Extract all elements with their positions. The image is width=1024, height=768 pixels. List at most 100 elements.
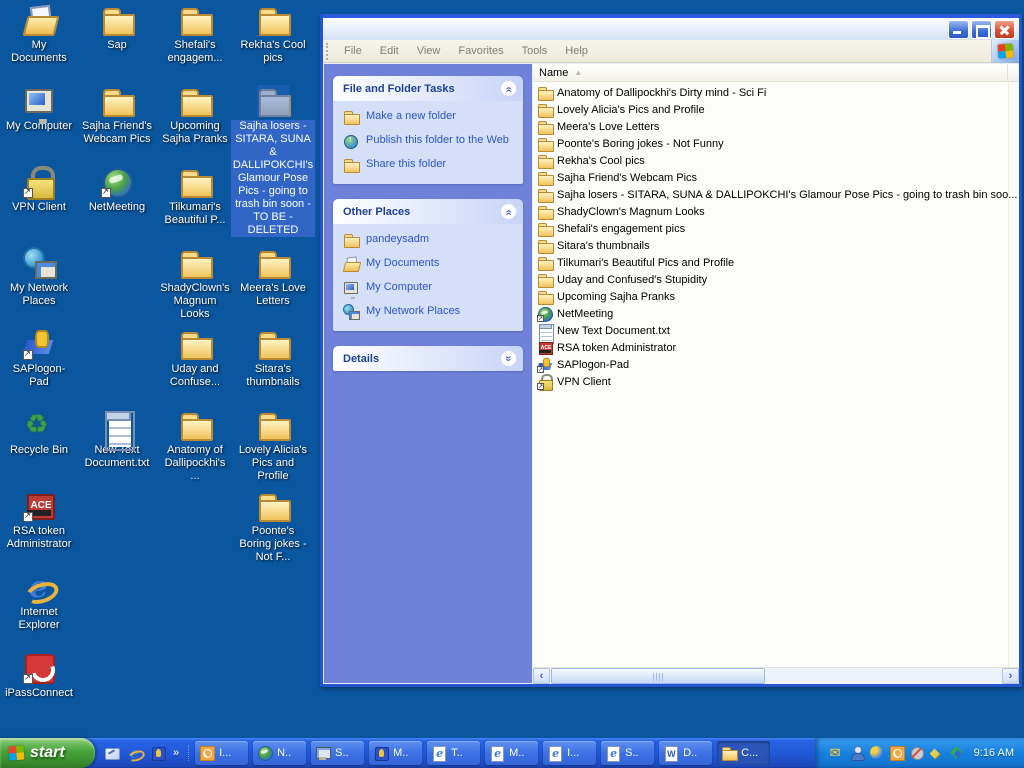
place-link[interactable]: pandeysadm bbox=[343, 233, 517, 248]
file-row[interactable]: SAPlogon-Pad bbox=[533, 356, 1019, 373]
section-header[interactable]: Other Places « bbox=[333, 199, 523, 224]
desktop-icon[interactable]: Shefali's engagem... bbox=[158, 4, 232, 65]
start-button[interactable]: start bbox=[0, 738, 95, 768]
taskbar-window-button[interactable]: I... bbox=[195, 741, 248, 765]
place-link[interactable]: My Network Places bbox=[343, 305, 517, 320]
file-row[interactable]: Meera's Love Letters bbox=[533, 118, 1019, 135]
taskbar-window-button[interactable]: S.. bbox=[601, 741, 654, 765]
scroll-right-arrow[interactable]: › bbox=[1002, 668, 1019, 684]
file-row[interactable]: New Text Document.txt bbox=[533, 322, 1019, 339]
menu-item[interactable]: File bbox=[335, 43, 371, 59]
taskbar-window-button[interactable]: N.. bbox=[253, 741, 306, 765]
file-row[interactable]: Lovely Alicia's Pics and Profile bbox=[533, 101, 1019, 118]
desktop-icon[interactable]: Tilkumari's Beautiful P... bbox=[158, 166, 232, 227]
tray-icon[interactable] bbox=[869, 745, 885, 761]
folder-icon bbox=[179, 247, 211, 279]
section-header[interactable]: Details « bbox=[333, 346, 523, 371]
file-row[interactable]: Sajha losers - SITARA, SUNA & DALLIPOKCH… bbox=[533, 186, 1019, 203]
desktop-icon[interactable]: My Network Places bbox=[2, 247, 76, 308]
desktop-icon[interactable]: Uday and Confuse... bbox=[158, 328, 232, 389]
menu-bar: File Edit View Favorites Tools Help bbox=[323, 40, 1019, 63]
desktop-icon[interactable]: Lovely Alicia's Pics and Profile bbox=[236, 409, 310, 483]
column-gridline bbox=[1008, 82, 1009, 667]
maximize-button[interactable] bbox=[971, 20, 992, 39]
file-row[interactable]: Anatomy of Dallipockhi's Dirty mind - Sc… bbox=[533, 84, 1019, 101]
taskbar-window-button[interactable]: T.. bbox=[427, 741, 480, 765]
tray-icon[interactable] bbox=[829, 745, 845, 761]
horizontal-scrollbar[interactable]: ‹ › bbox=[533, 667, 1019, 684]
desktop-icon[interactable]: Upcoming Sajha Pranks bbox=[158, 85, 232, 146]
menu-item[interactable]: View bbox=[408, 43, 450, 59]
tray-icon[interactable] bbox=[929, 745, 945, 761]
taskbar-window-button[interactable]: I... bbox=[543, 741, 596, 765]
tray-icon[interactable] bbox=[909, 745, 925, 761]
desktop-icon[interactable]: New Text Document.txt bbox=[80, 409, 154, 470]
desktop-icon[interactable]: ShadyClown's Magnum Looks bbox=[158, 247, 232, 321]
file-row[interactable]: Rekha's Cool pics bbox=[533, 152, 1019, 169]
section-header[interactable]: File and Folder Tasks « bbox=[333, 76, 523, 101]
file-row[interactable]: Shefali's engagement pics bbox=[533, 220, 1019, 237]
desktop-icon[interactable]: My Documents bbox=[2, 4, 76, 65]
chevron-up-icon[interactable]: « bbox=[500, 203, 517, 220]
column-header-name[interactable]: Name ▲ bbox=[533, 64, 1008, 81]
taskbar-button-label: I... bbox=[567, 747, 579, 759]
taskbar-window-button[interactable]: C... bbox=[717, 741, 770, 765]
taskbar-clock[interactable]: 9:16 AM bbox=[974, 747, 1014, 759]
toolbar-grip[interactable] bbox=[326, 43, 333, 60]
taskbar-window-button[interactable]: S.. bbox=[311, 741, 364, 765]
quick-launch-icon[interactable] bbox=[150, 745, 166, 761]
desktop-icon[interactable]: Anatomy of Dallipockhi's ... bbox=[158, 409, 232, 483]
file-row[interactable]: Uday and Confused's Stupidity bbox=[533, 271, 1019, 288]
file-row[interactable]: RSA token Administrator bbox=[533, 339, 1019, 356]
task-link[interactable]: Share this folder bbox=[343, 158, 517, 173]
taskbar-window-button[interactable]: D.. bbox=[659, 741, 712, 765]
window-titlebar[interactable] bbox=[323, 14, 1019, 40]
quick-launch-icon[interactable] bbox=[104, 745, 120, 761]
tray-icon[interactable] bbox=[889, 745, 905, 761]
taskbar-window-button[interactable]: M.. bbox=[485, 741, 538, 765]
desktop-icon[interactable]: VPN Client bbox=[2, 166, 76, 214]
chevron-down-icon[interactable]: « bbox=[500, 350, 517, 367]
desktop-icon[interactable]: Sap bbox=[80, 4, 154, 52]
quick-launch-icon[interactable] bbox=[127, 745, 143, 761]
menu-item[interactable]: Help bbox=[556, 43, 597, 59]
menu-item[interactable]: Favorites bbox=[449, 43, 512, 59]
file-row[interactable]: ShadyClown's Magnum Looks bbox=[533, 203, 1019, 220]
file-row[interactable]: Upcoming Sajha Pranks bbox=[533, 288, 1019, 305]
desktop-icon[interactable]: NetMeeting bbox=[80, 166, 154, 214]
desktop-icon[interactable]: RSA token Administrator bbox=[2, 490, 76, 551]
desktop-icon[interactable]: Rekha's Cool pics bbox=[236, 4, 310, 65]
desktop-icon[interactable]: Internet Explorer bbox=[2, 571, 76, 632]
menu-item[interactable]: Edit bbox=[371, 43, 408, 59]
minimize-button[interactable] bbox=[948, 20, 969, 39]
scrollbar-thumb[interactable] bbox=[551, 668, 765, 684]
quick-launch-overflow-chevron[interactable]: » bbox=[173, 747, 179, 759]
desktop-icon[interactable]: Poonte's Boring jokes - Not F... bbox=[236, 490, 310, 564]
file-row[interactable]: Sitara's thumbnails bbox=[533, 237, 1019, 254]
menu-item[interactable]: Tools bbox=[513, 43, 557, 59]
close-button[interactable] bbox=[994, 20, 1015, 39]
file-row[interactable]: VPN Client bbox=[533, 373, 1019, 390]
file-row[interactable]: Sajha Friend's Webcam Pics bbox=[533, 169, 1019, 186]
file-row[interactable]: NetMeeting bbox=[533, 305, 1019, 322]
taskbar-window-button[interactable]: M.. bbox=[369, 741, 422, 765]
file-row[interactable]: Poonte's Boring jokes - Not Funny bbox=[533, 135, 1019, 152]
desktop-icon[interactable]: SAPlogon-Pad bbox=[2, 328, 76, 389]
desktop-icon[interactable]: Sitara's thumbnails bbox=[236, 328, 310, 389]
file-name: Rekha's Cool pics bbox=[557, 155, 645, 167]
desktop-icon[interactable]: iPassConnect bbox=[2, 652, 76, 700]
desktop-icon[interactable]: Meera's Love Letters bbox=[236, 247, 310, 308]
file-row[interactable]: Tilkumari's Beautiful Pics and Profile bbox=[533, 254, 1019, 271]
place-link[interactable]: My Documents bbox=[343, 257, 517, 272]
task-link[interactable]: Make a new folder bbox=[343, 110, 517, 125]
desktop-icon[interactable]: My Computer bbox=[2, 85, 76, 133]
task-link[interactable]: Publish this folder to the Web bbox=[343, 134, 517, 149]
chevron-up-icon[interactable]: « bbox=[500, 80, 517, 97]
tray-icon[interactable] bbox=[849, 745, 865, 761]
scroll-left-arrow[interactable]: ‹ bbox=[533, 668, 550, 684]
desktop-icon[interactable]: Sajha losers - SITARA, SUNA & DALLIPOKCH… bbox=[236, 85, 310, 237]
place-link[interactable]: My Computer bbox=[343, 281, 517, 296]
desktop-icon[interactable]: Sajha Friend's Webcam Pics bbox=[80, 85, 154, 146]
tray-icon[interactable] bbox=[949, 745, 965, 761]
desktop-icon[interactable]: Recycle Bin bbox=[2, 409, 76, 457]
